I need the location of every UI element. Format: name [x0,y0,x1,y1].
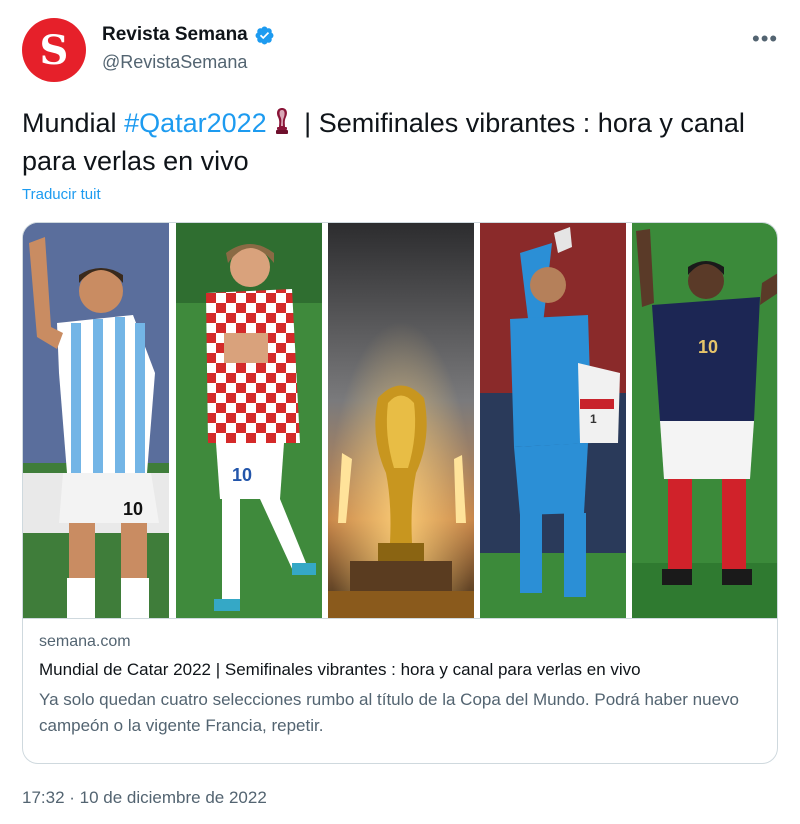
more-horizontal-icon[interactable]: ••• [752,26,778,52]
photo-panel-goalkeeper: 1 [480,223,626,618]
messi-number: 10 [123,499,143,519]
card-domain: semana.com [39,633,131,650]
hashtag-link[interactable]: #Qatar2022 [124,108,267,138]
author-block: Revista Semana @RevistaSemana [102,24,275,73]
photo-panel-mbappe: 10 [632,223,777,618]
link-card[interactable]: 10 10 1 10 semana.com Mundial de Catar 2… [22,222,778,764]
tweet-text-before: Mundial [22,108,125,138]
card-description: Ya solo quedan cuatro selecciones rumbo … [39,690,739,735]
tweet-text: Mundial #Qatar2022 | Semifinales vibrant… [22,104,792,180]
card-title: Mundial de Catar 2022 | Semifinales vibr… [39,660,641,679]
goalkeeper-number: 1 [590,412,597,426]
card-image[interactable]: 10 10 1 10 [23,223,777,618]
verified-badge-icon [255,26,274,44]
avatar[interactable]: S [22,18,86,82]
author-name[interactable]: Revista Semana [102,24,248,46]
tweet-timestamp[interactable]: 17:32 · 10 de diciembre de 2022 [22,788,267,808]
modric-number: 10 [232,465,252,485]
avatar-letter: S [39,27,69,74]
photo-panel-modric: 10 [176,223,322,618]
author-handle[interactable]: @RevistaSemana [102,52,275,73]
mbappe-number: 10 [698,337,718,357]
world-cup-trophy-icon [275,108,288,134]
photo-panel-trophy [328,223,474,618]
photo-panel-messi: 10 [23,223,169,618]
translate-tweet-link[interactable]: Traducir tuit [22,186,101,203]
card-text[interactable]: semana.com Mundial de Catar 2022 | Semif… [23,618,777,753]
